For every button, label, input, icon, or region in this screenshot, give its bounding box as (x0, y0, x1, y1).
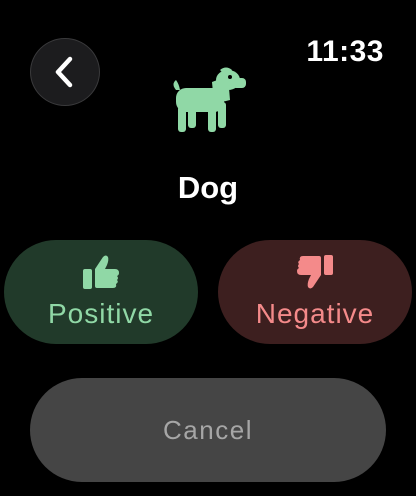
thumbs-up-icon (83, 255, 119, 289)
page-title: Dog (177, 170, 239, 205)
back-button[interactable] (30, 38, 100, 106)
status-time: 11:33 (306, 35, 384, 68)
thumbs-down-icon (297, 255, 333, 289)
cancel-label: Cancel (163, 414, 253, 445)
negative-label: Negative (255, 298, 375, 329)
positive-button[interactable]: Positive (4, 240, 198, 344)
chevron-left-icon (55, 56, 73, 88)
negative-button[interactable]: Negative (218, 240, 412, 344)
cancel-button[interactable]: Cancel (30, 378, 386, 482)
positive-label: Positive (47, 298, 155, 329)
dog-icon (173, 67, 246, 132)
